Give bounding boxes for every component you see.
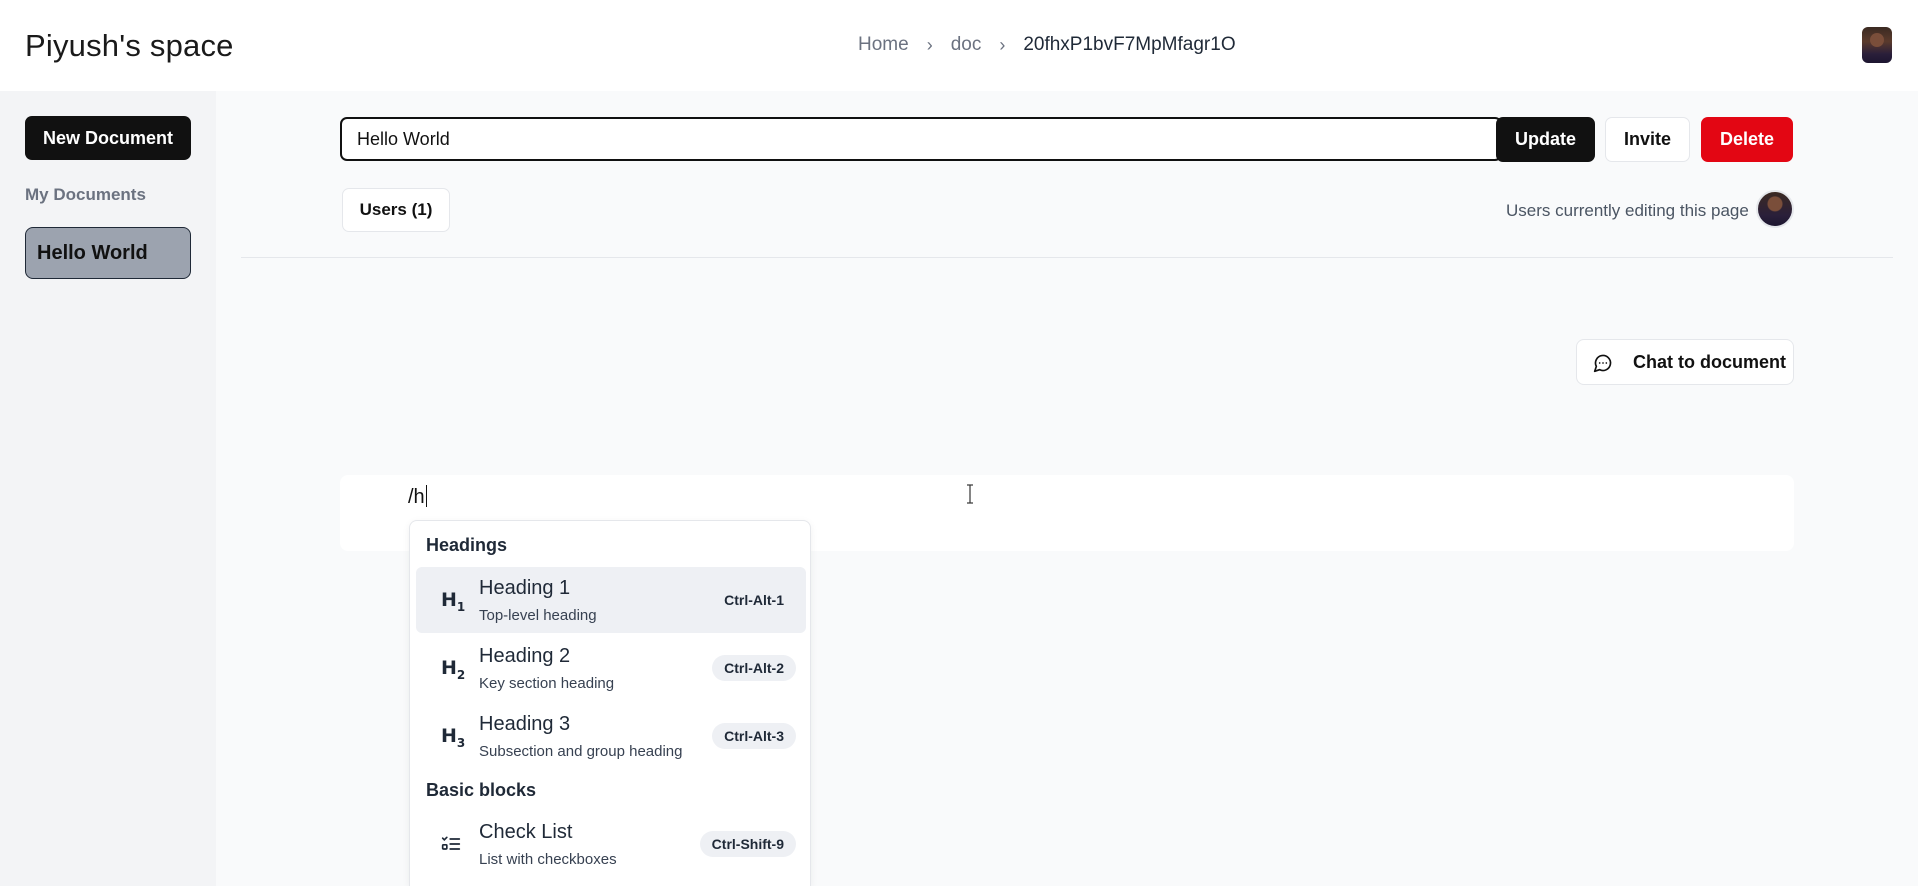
text-caret: [425, 485, 428, 507]
divider: [241, 257, 1893, 258]
breadcrumb: Home › doc › 20fhxP1bvF7MpMfagr1O: [858, 34, 1236, 56]
menu-item-subtitle: Subsection and group heading: [479, 743, 683, 760]
menu-item-check-list[interactable]: Check List List with checkboxes Ctrl-Shi…: [416, 811, 806, 877]
user-avatar[interactable]: [1862, 27, 1892, 63]
heading-1-icon: H1: [441, 589, 466, 614]
editing-users-label: Users currently editing this page: [1506, 201, 1749, 220]
sidebar: New Document My Documents Hello World: [0, 91, 216, 886]
editor-line-text: /h: [408, 486, 425, 508]
users-button[interactable]: Users (1): [342, 188, 450, 232]
menu-item-heading-2[interactable]: H2 Heading 2 Key section heading Ctrl-Al…: [416, 635, 806, 701]
invite-button[interactable]: Invite: [1605, 117, 1690, 162]
menu-item-title: Check List: [479, 821, 573, 843]
shortcut-badge: Ctrl-Alt-1: [724, 592, 784, 608]
menu-item-subtitle: Top-level heading: [479, 607, 597, 624]
editing-user-avatar: [1756, 190, 1794, 228]
chevron-right-icon: ›: [926, 34, 933, 55]
new-document-button[interactable]: New Document: [25, 116, 191, 160]
sidebar-item-hello-world[interactable]: Hello World: [25, 227, 191, 279]
top-header: Piyush's space Home › doc › 20fhxP1bvF7M…: [0, 0, 1918, 91]
check-list-icon: [441, 836, 461, 850]
document-title-input[interactable]: [340, 117, 1502, 161]
ibeam-cursor-icon: [967, 484, 973, 504]
shortcut-badge: Ctrl-Alt-3: [712, 723, 796, 749]
chat-bubble-icon: [1593, 354, 1612, 373]
breadcrumb-document-id: 20fhxP1bvF7MpMfagr1O: [1023, 34, 1236, 55]
menu-group-basic-blocks: Basic blocks: [426, 780, 537, 800]
chat-to-document-button[interactable]: Chat to document: [1576, 339, 1794, 385]
menu-item-title: Heading 2: [479, 645, 571, 667]
chat-button-label: Chat to document: [1633, 351, 1786, 372]
update-button[interactable]: Update: [1496, 117, 1595, 162]
menu-group-headings: Headings: [426, 535, 508, 555]
shortcut-badge: Ctrl-Shift-9: [699, 831, 796, 857]
heading-2-icon: H2: [441, 657, 466, 682]
breadcrumb-doc[interactable]: doc: [951, 34, 982, 56]
breadcrumb-home[interactable]: Home: [858, 34, 909, 56]
menu-item-subtitle: List with checkboxes: [479, 851, 617, 868]
menu-item-heading-1[interactable]: H1 Heading 1 Top-level heading Ctrl-Alt-…: [416, 567, 806, 633]
workspace-title: Piyush's space: [25, 28, 234, 63]
menu-item-title: Heading 3: [479, 713, 571, 735]
menu-item-subtitle: Key section heading: [479, 675, 615, 692]
menu-item-title: Heading 1: [479, 577, 571, 599]
delete-button[interactable]: Delete: [1701, 117, 1793, 162]
my-documents-heading: My Documents: [25, 185, 146, 204]
shortcut-badge: Ctrl-Alt-2: [712, 655, 796, 681]
heading-3-icon: H3: [441, 725, 466, 750]
editor-line[interactable]: /h: [408, 485, 428, 509]
slash-command-menu: Headings H1 Heading 1 Top-level heading …: [409, 520, 811, 886]
menu-item-heading-3[interactable]: H3 Heading 3 Subsection and group headin…: [416, 703, 806, 769]
chevron-right-icon: ›: [999, 34, 1006, 55]
